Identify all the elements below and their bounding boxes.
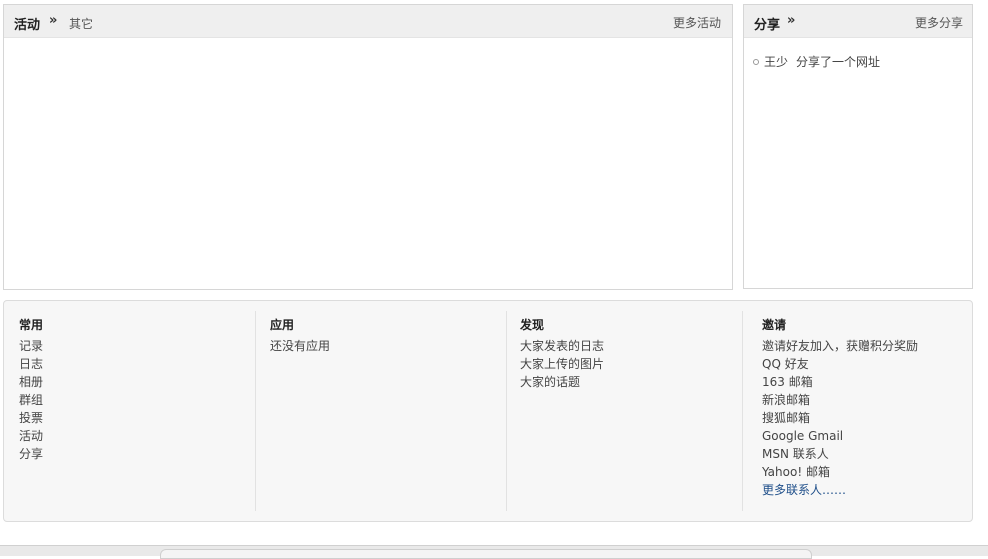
apps-column: 应用 还没有应用 bbox=[270, 313, 490, 511]
bullet-icon bbox=[753, 58, 759, 65]
invite-sohu-link[interactable]: 搜狐邮箱 bbox=[762, 409, 967, 427]
invite-title: 邀请 bbox=[762, 318, 787, 332]
common-link-events[interactable]: 活动 bbox=[19, 427, 239, 445]
common-link-poll[interactable]: 投票 bbox=[19, 409, 239, 427]
more-activities-link[interactable]: 更多活动 bbox=[673, 14, 721, 31]
invite-gmail-link[interactable]: Google Gmail bbox=[762, 427, 967, 445]
double-chevron-right-icon: » bbox=[49, 13, 58, 28]
column-divider bbox=[742, 311, 743, 511]
horizontal-scrollbar[interactable] bbox=[160, 549, 812, 559]
common-list: 记录 日志 相册 群组 投票 活动 分享 bbox=[19, 337, 239, 463]
invite-163-link[interactable]: 163 邮箱 bbox=[762, 373, 967, 391]
invite-qq-link[interactable]: QQ 好友 bbox=[762, 355, 967, 373]
invite-msn-link[interactable]: MSN 联系人 bbox=[762, 445, 967, 463]
common-link-blog[interactable]: 日志 bbox=[19, 355, 239, 373]
other-tab[interactable]: 其它 bbox=[69, 15, 93, 32]
activity-header: 活动 » 其它 更多活动 bbox=[4, 5, 732, 38]
share-header: 分享 » 更多分享 bbox=[744, 5, 972, 38]
footer-panel: 常用 记录 日志 相册 群组 投票 活动 分享 应用 还没有应用 发现 大家发表… bbox=[3, 300, 973, 522]
discover-link-topics[interactable]: 大家的话题 bbox=[520, 373, 730, 391]
common-column: 常用 记录 日志 相册 群组 投票 活动 分享 bbox=[19, 313, 239, 511]
invite-friends-link[interactable]: 邀请好友加入，获赠积分奖励 bbox=[762, 337, 967, 355]
invite-column: 邀请 邀请好友加入，获赠积分奖励 QQ 好友 163 邮箱 新浪邮箱 搜狐邮箱 … bbox=[762, 313, 967, 511]
invite-yahoo-link[interactable]: Yahoo! 邮箱 bbox=[762, 463, 967, 481]
double-chevron-right-icon: » bbox=[787, 13, 796, 28]
common-title: 常用 bbox=[19, 318, 44, 332]
share-action-text: 分享了一个网址 bbox=[796, 55, 881, 69]
discover-link-photos[interactable]: 大家上传的图片 bbox=[520, 355, 730, 373]
no-apps-text: 还没有应用 bbox=[270, 339, 331, 353]
activity-tab[interactable]: 活动 bbox=[14, 14, 40, 33]
share-panel: 分享 » 更多分享 王少 分享了一个网址 bbox=[743, 4, 973, 289]
common-link-album[interactable]: 相册 bbox=[19, 373, 239, 391]
discover-title: 发现 bbox=[520, 318, 545, 332]
apps-title: 应用 bbox=[270, 318, 295, 332]
activity-panel: 活动 » 其它 更多活动 bbox=[3, 4, 733, 290]
more-contacts-link[interactable]: 更多联系人…… bbox=[762, 481, 967, 499]
common-link-records[interactable]: 记录 bbox=[19, 337, 239, 355]
share-user-link[interactable]: 王少 bbox=[764, 55, 788, 69]
column-divider bbox=[506, 311, 507, 511]
common-link-share[interactable]: 分享 bbox=[19, 445, 239, 463]
discover-link-blogs[interactable]: 大家发表的日志 bbox=[520, 337, 730, 355]
invite-list: 邀请好友加入，获赠积分奖励 QQ 好友 163 邮箱 新浪邮箱 搜狐邮箱 Goo… bbox=[762, 337, 967, 499]
common-link-groups[interactable]: 群组 bbox=[19, 391, 239, 409]
discover-column: 发现 大家发表的日志 大家上传的图片 大家的话题 bbox=[520, 313, 730, 511]
share-list-item: 王少 分享了一个网址 bbox=[753, 53, 880, 70]
more-shares-link[interactable]: 更多分享 bbox=[915, 14, 963, 31]
invite-sina-link[interactable]: 新浪邮箱 bbox=[762, 391, 967, 409]
column-divider bbox=[255, 311, 256, 511]
discover-list: 大家发表的日志 大家上传的图片 大家的话题 bbox=[520, 337, 730, 391]
share-tab[interactable]: 分享 bbox=[754, 14, 780, 33]
